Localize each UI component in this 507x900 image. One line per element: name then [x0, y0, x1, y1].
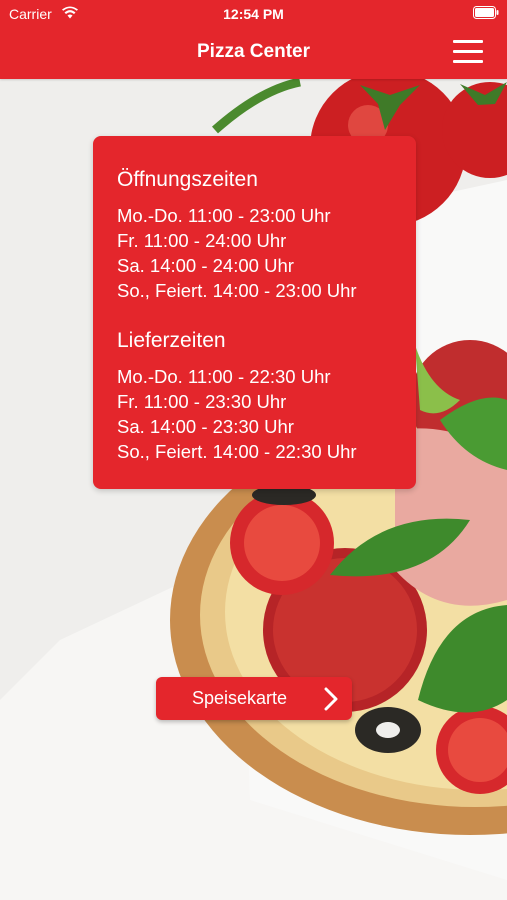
- delivery-hours-line: So., Feiert. 14:00 - 22:30 Uhr: [117, 441, 357, 462]
- opening-hours-card: Öffnungszeiten Mo.-Do. 11:00 - 23:00 Uhr…: [93, 136, 416, 489]
- opening-hours-line: Fr. 11:00 - 24:00 Uhr: [117, 230, 287, 251]
- opening-hours-section: Öffnungszeiten Mo.-Do. 11:00 - 23:00 Uhr…: [117, 167, 357, 303]
- hamburger-menu-icon[interactable]: [453, 40, 483, 64]
- opening-hours-line: So., Feiert. 14:00 - 23:00 Uhr: [117, 280, 357, 301]
- status-time: 12:54 PM: [223, 6, 284, 22]
- delivery-hours-line: Sa. 14:00 - 23:30 Uhr: [117, 416, 294, 437]
- page-title: Pizza Center: [197, 41, 310, 62]
- opening-hours-title: Öffnungszeiten: [117, 168, 258, 191]
- opening-hours-line: Mo.-Do. 11:00 - 23:00 Uhr: [117, 205, 331, 226]
- status-bar: Carrier 12:54 PM: [0, 0, 507, 28]
- speisekarte-button-label: Speisekarte: [192, 688, 288, 708]
- chevron-right-icon: [324, 687, 338, 711]
- delivery-hours-section: Lieferzeiten Mo.-Do. 11:00 - 22:30 Uhr F…: [117, 328, 357, 464]
- battery-icon: [473, 6, 499, 19]
- app-header: Carrier 12:54 PM Pizza Center: [0, 0, 507, 79]
- delivery-hours-title: Lieferzeiten: [117, 329, 226, 352]
- delivery-hours-line: Fr. 11:00 - 23:30 Uhr: [117, 391, 287, 412]
- speisekarte-button[interactable]: Speisekarte: [156, 677, 352, 720]
- delivery-hours-line: Mo.-Do. 11:00 - 22:30 Uhr: [117, 366, 331, 387]
- opening-hours-line: Sa. 14:00 - 24:00 Uhr: [117, 255, 294, 276]
